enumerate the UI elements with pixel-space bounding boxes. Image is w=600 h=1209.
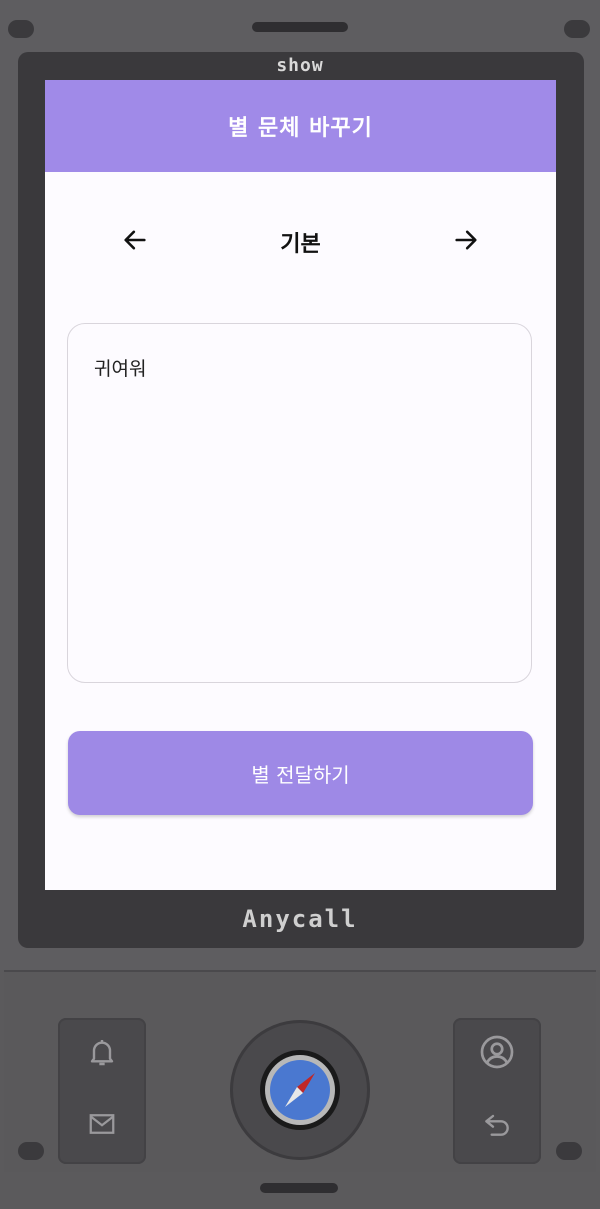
message-text: 귀여워: [94, 358, 147, 380]
app-screen: 별 문체 바꾸기 기본 귀여워 별 전달하기: [45, 80, 556, 890]
bell-icon: [90, 1040, 114, 1066]
left-key-block: [58, 1018, 146, 1164]
phone-body: show 별 문체 바꾸기 기본 귀여워 별 전달하기 Anycall: [0, 0, 600, 970]
message-textarea[interactable]: 귀여워: [67, 323, 532, 683]
profile-button[interactable]: [477, 1032, 517, 1072]
corner-screw: [8, 20, 34, 38]
home-compass-button[interactable]: [230, 1020, 370, 1160]
mail-icon: [89, 1114, 115, 1134]
speaker-grille: [252, 22, 348, 32]
notification-button[interactable]: [82, 1032, 122, 1072]
right-key-block: [453, 1018, 541, 1164]
back-button[interactable]: [477, 1104, 517, 1144]
corner-screw: [564, 20, 590, 38]
send-button-label: 별 전달하기: [251, 762, 350, 787]
send-star-button[interactable]: 별 전달하기: [68, 731, 533, 815]
next-font-button[interactable]: [444, 220, 488, 260]
keypad-area: [0, 970, 600, 1209]
corner-screw: [18, 1142, 44, 1160]
arrow-right-icon: [455, 230, 477, 250]
bottom-brand-logo: Anycall: [242, 905, 358, 933]
top-brand-logo: show: [276, 55, 324, 76]
profile-icon: [480, 1035, 514, 1069]
back-icon: [485, 1114, 509, 1136]
mail-button[interactable]: [82, 1104, 122, 1144]
bottom-slot: [260, 1183, 338, 1193]
page-title: 별 문체 바꾸기: [228, 116, 373, 141]
compass-icon: [260, 1050, 340, 1130]
corner-screw: [556, 1142, 582, 1160]
app-header: 별 문체 바꾸기: [45, 80, 556, 172]
font-switcher: 기본: [45, 220, 556, 260]
